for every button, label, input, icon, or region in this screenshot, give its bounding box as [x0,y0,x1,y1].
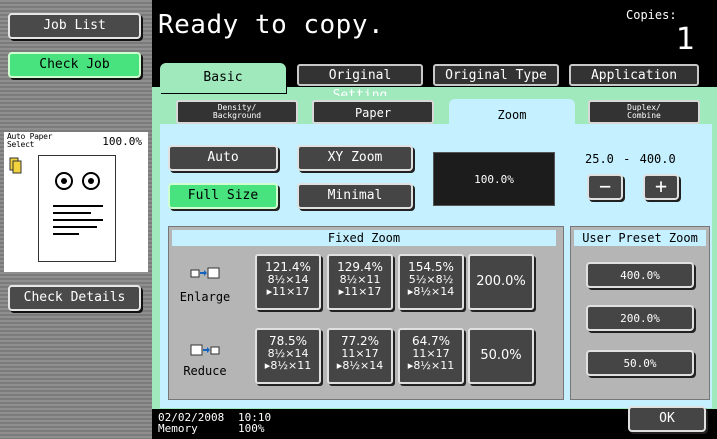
job-list-button[interactable]: Job List [8,13,141,39]
page-preview-icon [38,155,116,262]
zoom-preset-size: ▸11×17 [338,285,382,298]
tab-original-setting[interactable]: Original Setting [297,64,423,103]
zoom-range: 25.0 - 400.0 [585,152,676,166]
user-preset-50-button[interactable]: 50.0% [586,350,694,376]
user-preset-200-button[interactable]: 200.0% [586,305,694,331]
enlarge-icon [190,264,220,279]
preview-panel: Auto Paper Select 100.0% [4,132,148,272]
zoom-preset-50-button[interactable]: 50.0% [468,328,534,384]
tab-application[interactable]: Application [569,64,699,86]
check-job-button[interactable]: Check Job [8,52,141,78]
auto-zoom-button[interactable]: Auto [168,145,278,171]
zoom-preset-pct: 129.4% [337,260,383,274]
user-preset-title: User Preset Zoom [574,230,706,246]
xy-zoom-button[interactable]: XY Zoom [297,145,413,171]
zoom-preset-pct: 154.5% [408,260,454,274]
tab-basic[interactable]: Basic [160,63,286,93]
memory-value: 100% [238,422,265,435]
memory-label: Memory [158,422,198,435]
subtab-zoom[interactable]: Zoom [449,99,575,127]
zoom-preset-pct: 78.5% [268,334,308,348]
zoom-plus-button[interactable]: + [643,174,679,200]
enlarge-label: Enlarge [179,290,231,304]
zoom-preset-size: ▸11×17 [266,285,310,298]
footer-date-block: 02/02/2008 Memory [158,412,224,434]
zoom-preset-129-button[interactable]: 129.4% 8½×11 ▸11×17 [327,254,393,310]
zoom-preset-size: ▸8½×14 [336,359,384,372]
zoom-ratio-display: 100.0% [433,152,555,206]
copies-value[interactable]: 1 [676,22,695,57]
auto-paper-label: Auto Paper Select [7,132,53,149]
zoom-preset-size: ▸8½×11 [407,359,455,372]
zoom-range-min: 25.0 [585,152,614,166]
copies-label: Copies: [626,8,677,22]
subtab-density-background[interactable]: Density/ Background [176,100,298,124]
ok-button[interactable]: OK [628,406,706,432]
zoom-range-separator: - [623,152,631,166]
zoom-preset-pct: 121.4% [265,260,311,274]
zoom-preset-78-button[interactable]: 78.5% 8½×14 ▸8½×11 [255,328,321,384]
zoom-preset-77-button[interactable]: 77.2% 11×17 ▸8½×14 [327,328,393,384]
zoom-range-max: 400.0 [639,152,676,166]
minimal-button[interactable]: Minimal [297,183,413,209]
footer-time-block: 10:10 100% [238,412,271,434]
zoom-preset-size: ▸8½×14 [407,285,455,298]
zoom-preset-64-button[interactable]: 64.7% 11×17 ▸8½×11 [398,328,464,384]
preview-zoom-value: 100.0% [102,135,142,148]
full-size-button[interactable]: Full Size [168,183,278,209]
zoom-preset-pct: 77.2% [340,334,380,348]
original-icon [8,156,24,176]
subtab-paper[interactable]: Paper [312,100,434,124]
zoom-minus-button[interactable]: − [587,174,623,200]
zoom-preset-121-button[interactable]: 121.4% 8½×14 ▸11×17 [255,254,321,310]
zoom-preset-pct: 64.7% [411,334,451,348]
reduce-icon [190,341,220,356]
fixed-zoom-title: Fixed Zoom [172,230,556,246]
zoom-preset-154-button[interactable]: 154.5% 5½×8½ ▸8½×14 [398,254,464,310]
check-details-button[interactable]: Check Details [8,285,141,311]
zoom-preset-200-button[interactable]: 200.0% [468,254,534,310]
subtab-duplex-combine[interactable]: Duplex/ Combine [588,100,700,124]
tab-original-type[interactable]: Original Type [433,64,559,86]
reduce-label: Reduce [183,364,227,378]
status-message: Ready to copy. [158,10,385,40]
zoom-preset-size: ▸8½×11 [264,359,312,372]
user-preset-400-button[interactable]: 400.0% [586,262,694,288]
